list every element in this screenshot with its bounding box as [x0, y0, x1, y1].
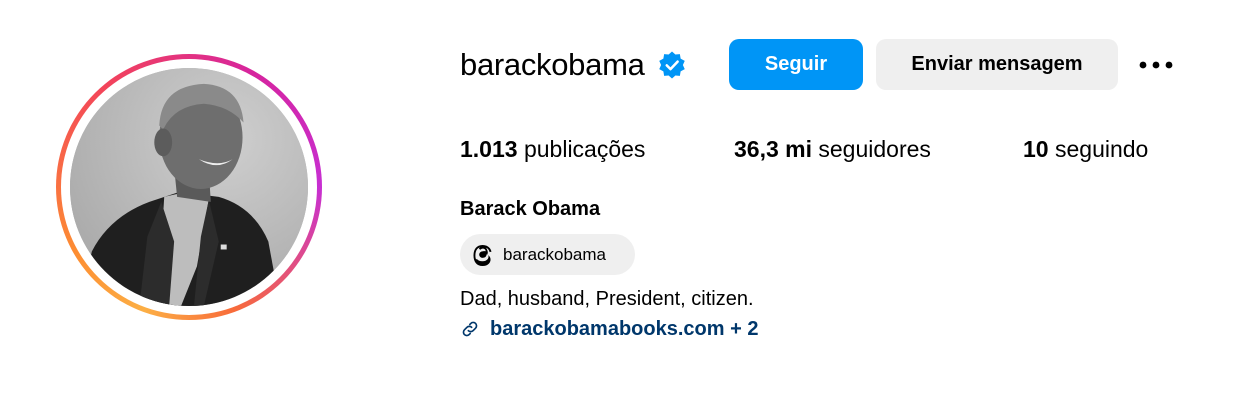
- verified-badge-icon: [657, 50, 687, 80]
- external-link[interactable]: barackobamabooks.com + 2: [460, 316, 758, 342]
- profile-stats: 1.013 publicações 36,3 mi seguidores 10 …: [460, 136, 1180, 166]
- followers-label: seguidores: [818, 136, 931, 162]
- username-row: barackobama: [460, 40, 687, 90]
- story-ring[interactable]: [56, 54, 322, 320]
- avatar[interactable]: [70, 68, 308, 306]
- link-icon: [462, 321, 478, 337]
- posts-stat: 1.013 publicações: [460, 136, 645, 163]
- threads-handle: barackobama: [503, 244, 607, 264]
- follow-button[interactable]: Seguir: [729, 39, 863, 90]
- send-message-button[interactable]: Enviar mensagem: [876, 39, 1118, 90]
- following-count: 10: [1023, 136, 1049, 162]
- link-text: barackobamabooks.com + 2: [490, 317, 759, 340]
- username: barackobama: [460, 47, 645, 82]
- profile-photo-icon: [70, 68, 308, 306]
- threads-badge[interactable]: barackobama: [460, 234, 635, 275]
- followers-count: 36,3 mi: [734, 136, 812, 162]
- more-options-icon[interactable]: [1136, 50, 1176, 80]
- threads-icon: [473, 244, 492, 266]
- following-stat[interactable]: 10 seguindo: [1023, 136, 1148, 163]
- bio-text: Dad, husband, President, citizen.: [460, 288, 754, 310]
- posts-label: publicações: [523, 136, 646, 162]
- profile-header: barackobama Seguir Enviar mensagem 1.013…: [0, 0, 1252, 402]
- followers-stat[interactable]: 36,3 mi seguidores: [734, 136, 931, 163]
- following-label: seguindo: [1054, 136, 1149, 162]
- posts-count: 1.013: [460, 136, 518, 162]
- full-name: Barack Obama: [460, 198, 601, 220]
- avatar-border: [61, 59, 317, 315]
